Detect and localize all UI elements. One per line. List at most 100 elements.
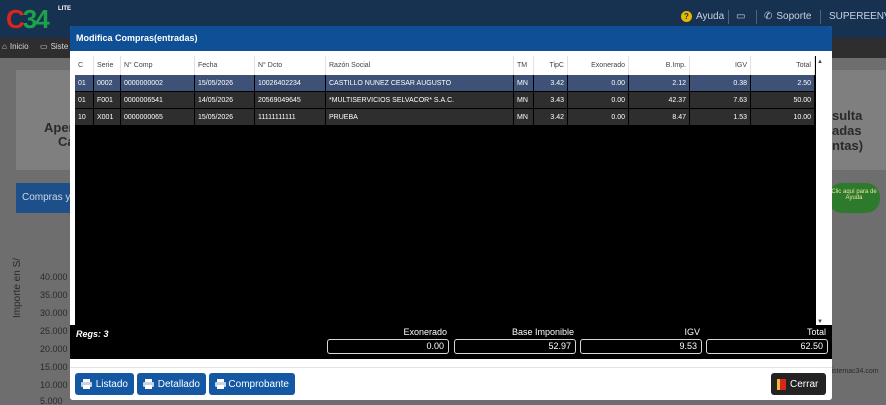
cell-igv: 0.38 (690, 75, 751, 91)
modal-title: Modifica Compras(entradas) (70, 26, 832, 51)
header-divider (728, 10, 729, 24)
col-header-total[interactable]: Total (751, 56, 815, 75)
app-logo[interactable]: C34 (6, 4, 50, 35)
compras-modal: Modifica Compras(entradas) C Serie N° Co… (70, 26, 832, 400)
col-header-exonerado[interactable]: Exonerado (568, 56, 629, 75)
cell-serie: F001 (94, 92, 121, 108)
cell-bimp: 2.12 (629, 75, 690, 91)
detallado-button[interactable]: Detallado (137, 373, 206, 395)
footer-site: sistemac34.com (828, 368, 879, 375)
phone-icon: ✆ (764, 11, 773, 22)
logo-lite-badge: LITE (58, 6, 71, 12)
summary-base-label: Base Imponible (511, 327, 574, 337)
col-header-bimp[interactable]: B.Imp. (629, 56, 690, 75)
header-divider (756, 10, 757, 24)
cell-total: 2.50 (751, 75, 815, 91)
cell-tm: MN (514, 92, 534, 108)
chart-tick: 20.000 (40, 344, 68, 354)
cell-tm: MN (514, 75, 534, 91)
cell-c: 01 (75, 92, 94, 108)
cell-ncomp: 0000000065 (121, 109, 195, 125)
header-divider (820, 10, 821, 24)
nav-inicio[interactable]: ⌂ Inicio (2, 42, 29, 51)
modal-body: C Serie N° Comp Fecha N° Dcto Razón Soci… (70, 51, 832, 367)
cell-fecha: 15/05/2026 (195, 75, 255, 91)
summary-total: Total 62.50 (706, 325, 828, 354)
cell-tm: MN (514, 109, 534, 125)
soporte-link[interactable]: ✆ Soporte (764, 11, 811, 22)
col-header-ncomp[interactable]: N° Comp (121, 56, 195, 75)
col-header-tipc[interactable]: TipC (534, 56, 568, 75)
cell-exonerado: 0.00 (568, 109, 629, 125)
grid-rows: 01 0002 0000000002 15/05/2026 1002640223… (75, 75, 815, 126)
col-header-igv[interactable]: IGV (690, 56, 751, 75)
ayuda-link[interactable]: ? Ayuda (681, 11, 724, 22)
cell-total: 50.00 (751, 92, 815, 108)
record-count: Regs: 3 (76, 329, 109, 339)
col-header-razon[interactable]: Razón Social (326, 56, 514, 75)
cell-fecha: 15/05/2026 (195, 109, 255, 125)
listado-button[interactable]: Listado (75, 373, 134, 395)
cell-razon: *MULTISERVICIOS SELVACOR* S.A.C. (326, 92, 514, 108)
chart-tick: 35.000 (40, 290, 68, 300)
cell-bimp: 42.37 (629, 92, 690, 108)
summary-exonerado: Exonerado 0.00 (327, 325, 449, 354)
help-icon: ? (681, 11, 692, 22)
scroll-up-icon[interactable]: ▲ (817, 59, 823, 65)
compras-grid: C Serie N° Comp Fecha N° Dcto Razón Soci… (75, 56, 825, 328)
home-icon: ⌂ (2, 42, 7, 51)
cell-bimp: 8.47 (629, 109, 690, 125)
cell-igv: 1.53 (690, 109, 751, 125)
exit-door-icon (777, 378, 786, 390)
cell-ndcto: 10026402234 (255, 75, 326, 91)
cell-ncomp: 0000000002 (121, 75, 195, 91)
chart-tick: 25.000 (40, 326, 68, 336)
chart-tick: 15.000 (40, 362, 68, 372)
help-bubble[interactable]: Clic aquí para de Ayuda (828, 183, 880, 213)
table-row[interactable]: 10 X001 0000000065 15/05/2026 1111111111… (75, 109, 815, 126)
screen-icon[interactable]: ▭ (736, 11, 745, 22)
chart-tick: 40.000 (40, 272, 68, 282)
col-header-ndcto[interactable]: N° Dcto (255, 56, 326, 75)
cell-razon: CASTILLO NUNEZ CESAR AUGUSTO (326, 75, 514, 91)
modal-footer: Listado Detallado Comprobante Cerrar (70, 367, 832, 400)
summary-igv: IGV 9.53 (580, 325, 702, 354)
summary-exonerado-value: 0.00 (327, 339, 449, 354)
chart-tick: 5.000 (40, 396, 63, 405)
bg-card-subtitle: adas (832, 123, 862, 138)
col-header-tm[interactable]: TM (514, 56, 534, 75)
col-header-fecha[interactable]: Fecha (195, 56, 255, 75)
summary-igv-value: 9.53 (580, 339, 702, 354)
summary-total-label: Total (806, 327, 826, 337)
chart-tick: 30.000 (40, 308, 68, 318)
cell-igv: 7.63 (690, 92, 751, 108)
summary-exonerado-label: Exonerado (403, 327, 447, 337)
cell-serie: X001 (94, 109, 121, 125)
user-menu[interactable]: SUPEREENV (829, 11, 886, 22)
chart-tick: 10.000 (40, 380, 68, 390)
cerrar-button[interactable]: Cerrar (771, 373, 826, 395)
cell-exonerado: 0.00 (568, 92, 629, 108)
chart-y-axis-label: Importe en S/ (12, 257, 23, 318)
col-header-serie[interactable]: Serie (94, 56, 121, 75)
cell-tipc: 3.43 (534, 92, 568, 108)
col-header-c[interactable]: C (75, 56, 94, 75)
cell-ndcto: 20569049645 (255, 92, 326, 108)
monitor-icon: ▭ (40, 42, 48, 51)
comprobante-button[interactable]: Comprobante (209, 373, 295, 395)
printer-icon (215, 379, 226, 389)
summary-base-value: 52.97 (454, 339, 576, 354)
printer-icon (143, 379, 154, 389)
cell-razon: PRUEBA (326, 109, 514, 125)
nav-sistema[interactable]: ▭ Siste (40, 42, 68, 51)
table-row[interactable]: 01 F001 0000006541 14/05/2026 2056904964… (75, 92, 815, 109)
cell-c: 10 (75, 109, 94, 125)
tab-compras[interactable]: Compras y (16, 183, 76, 213)
cell-serie: 0002 (94, 75, 121, 91)
grid-header: C Serie N° Comp Fecha N° Dcto Razón Soci… (75, 56, 815, 75)
cell-ndcto: 11111111111 (255, 109, 326, 125)
grid-scrollbar[interactable]: ▲ ▼ (816, 56, 825, 328)
printer-icon (81, 379, 92, 389)
cell-tipc: 3.42 (534, 75, 568, 91)
table-row[interactable]: 01 0002 0000000002 15/05/2026 1002640223… (75, 75, 815, 92)
